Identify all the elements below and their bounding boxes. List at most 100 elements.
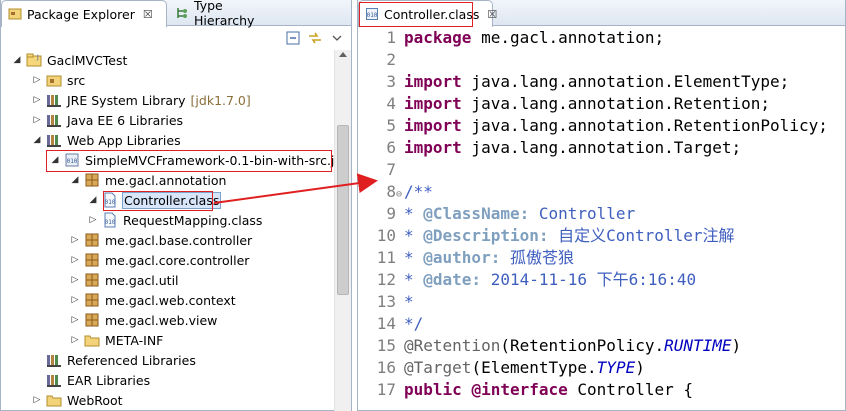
tree-item[interactable]: ▷ 010 RequestMapping.class bbox=[87, 210, 263, 230]
svg-text:010: 010 bbox=[105, 219, 116, 226]
code-token: ) bbox=[635, 358, 645, 377]
collapsed-twisty-icon[interactable]: ▷ bbox=[69, 234, 81, 246]
code-token: import bbox=[404, 138, 462, 157]
expanded-twisty-icon[interactable]: ◢ bbox=[11, 54, 23, 66]
tree-item[interactable]: ▷ src bbox=[31, 70, 86, 90]
folder-icon bbox=[84, 332, 100, 348]
code-editor[interactable]: 1 2 3 4 5 6 7 8⊖ 9 10 11 12 13 14 15 16 17 package me.ga… bbox=[358, 27, 845, 410]
code-token: * bbox=[404, 292, 414, 311]
library-icon bbox=[46, 352, 62, 368]
collapsed-twisty-icon[interactable]: ▷ bbox=[31, 394, 43, 406]
code-token: * bbox=[404, 248, 424, 267]
fold-marker-icon[interactable]: ⊖ bbox=[396, 189, 402, 200]
tree-item[interactable]: ▷ me.gacl.util bbox=[69, 270, 180, 290]
library-icon bbox=[46, 92, 62, 108]
expanded-twisty-icon[interactable]: ◢ bbox=[87, 194, 99, 206]
collapsed-twisty-icon[interactable]: ▷ bbox=[69, 314, 81, 326]
tree-item[interactable]: ▷ me.gacl.base.controller bbox=[69, 230, 253, 250]
tree-item[interactable]: ◢ Web App Libraries bbox=[31, 130, 182, 150]
collapse-all-icon[interactable] bbox=[285, 30, 301, 46]
tree-item-label: me.gacl.core.controller bbox=[105, 252, 250, 268]
tree-item[interactable]: ▷ JRE System Library [jdk1.7.0] bbox=[31, 90, 251, 110]
collapsed-twisty-icon[interactable]: ▷ bbox=[69, 334, 81, 346]
library-icon bbox=[46, 112, 62, 128]
tree-item-label: Controller.class bbox=[122, 191, 222, 209]
source-folder-icon bbox=[46, 72, 62, 88]
tree-item-label: EAR Libraries bbox=[67, 372, 151, 388]
code-token: public bbox=[404, 380, 462, 399]
code-token: me.gacl.annotation; bbox=[471, 28, 665, 47]
code-line: import java.lang.annotation.Target; bbox=[404, 137, 741, 159]
expanded-twisty-icon[interactable]: ◢ bbox=[69, 174, 81, 186]
line-number: 6 bbox=[386, 138, 396, 157]
line-number: 13 bbox=[376, 292, 396, 311]
collapsed-twisty-icon[interactable]: ▷ bbox=[31, 114, 43, 126]
explorer-scrollbar[interactable] bbox=[334, 50, 351, 411]
tree-item[interactable]: ◢ 010 SimpleMVCFramework-0.1-bin-with-src.… bbox=[49, 150, 348, 170]
line-number: 3 bbox=[386, 72, 396, 91]
tree-item[interactable]: EAR Libraries bbox=[31, 370, 151, 390]
close-icon[interactable]: ☒ bbox=[487, 8, 497, 21]
line-number: 8⊖ bbox=[386, 182, 402, 201]
collapsed-twisty-icon[interactable]: ▷ bbox=[31, 74, 43, 86]
code-token: @Target bbox=[404, 358, 472, 377]
view-menu-icon[interactable] bbox=[329, 30, 345, 46]
code-token: * bbox=[404, 226, 424, 245]
line-number: 1 bbox=[386, 28, 396, 47]
tab-package-explorer[interactable]: Package Explorer ☒ bbox=[1, 0, 167, 27]
package-explorer-panel: Package Explorer ☒ Type Hierarchy ◢ J Gacl… bbox=[0, 0, 352, 411]
tree-item-label: RequestMapping.class bbox=[123, 212, 263, 228]
collapsed-twisty-icon[interactable]: ▷ bbox=[69, 294, 81, 306]
tab-controller-class[interactable]: 010 Controller.class ☒ bbox=[358, 0, 497, 27]
code-line: public @interface Controller { bbox=[404, 379, 693, 401]
line-number: 9 bbox=[386, 204, 396, 223]
code-line: @Retention(RetentionPolicy.RUNTIME) bbox=[404, 335, 741, 357]
jar-icon: 010 bbox=[64, 152, 80, 168]
collapsed-twisty-icon[interactable]: ▷ bbox=[69, 274, 81, 286]
code-token: java.lang.annotation.Target; bbox=[461, 138, 742, 157]
line-number: 2 bbox=[386, 50, 396, 69]
tree-item[interactable]: Referenced Libraries bbox=[31, 350, 197, 370]
expanded-twisty-icon[interactable]: ◢ bbox=[31, 134, 43, 146]
tree-item[interactable]: ◢ me.gacl.annotation bbox=[69, 170, 227, 190]
collapsed-twisty-icon[interactable]: ▷ bbox=[69, 254, 81, 266]
code-token: package bbox=[404, 28, 472, 47]
tree-item[interactable]: ◢ J GaclMVCTest bbox=[11, 50, 128, 70]
class-file-icon: 010 bbox=[102, 212, 118, 228]
library-icon bbox=[46, 132, 62, 148]
code-token: 2014-11-16 下午6:16:40 bbox=[481, 270, 697, 289]
code-token: ) bbox=[731, 336, 742, 355]
code-token: Controller bbox=[529, 204, 636, 223]
editor-panel: 010 Controller.class ☒ 1 2 3 4 5 6 7 8⊖ 9 10 11 12 1… bbox=[357, 0, 846, 411]
close-icon[interactable]: ☒ bbox=[143, 8, 153, 21]
code-token: @author: bbox=[423, 248, 501, 267]
code-token: @date: bbox=[423, 270, 482, 289]
line-number: 5 bbox=[386, 116, 396, 135]
expanded-twisty-icon[interactable]: ◢ bbox=[49, 154, 61, 166]
link-with-editor-icon[interactable] bbox=[307, 30, 323, 46]
tree-item[interactable]: ◢ 010 Controller.class bbox=[87, 190, 222, 210]
tree-item-label: me.gacl.web.context bbox=[105, 292, 236, 308]
code-token: 自定义Controller注解 bbox=[548, 226, 735, 245]
line-number: 11 bbox=[376, 248, 396, 267]
tree-item[interactable]: ▷ WebRoot bbox=[31, 390, 124, 410]
tab-type-hierarchy[interactable]: Type Hierarchy bbox=[169, 0, 284, 28]
tree-item[interactable]: ▷ Java EE 6 Libraries bbox=[31, 110, 184, 130]
scrollbar-thumb[interactable] bbox=[337, 125, 349, 295]
collapsed-twisty-icon[interactable]: ▷ bbox=[31, 94, 43, 106]
tree-item[interactable]: ▷ me.gacl.web.context bbox=[69, 290, 237, 310]
tab-type-hierarchy-label: Type Hierarchy bbox=[194, 0, 255, 28]
tree-item-label: Web App Libraries bbox=[67, 132, 181, 148]
empty-twisty bbox=[31, 374, 43, 386]
collapsed-twisty-icon[interactable]: ▷ bbox=[87, 214, 99, 226]
tree-item[interactable]: ▷ META-INF bbox=[69, 330, 164, 350]
scroll-up-icon[interactable] bbox=[339, 52, 347, 57]
tree-item[interactable]: ▷ me.gacl.core.controller bbox=[69, 250, 250, 270]
code-token: @Description: bbox=[423, 226, 549, 245]
class-file-icon: 010 bbox=[365, 7, 379, 21]
tree-item[interactable]: ▷ me.gacl.web.view bbox=[69, 310, 218, 330]
folder-icon bbox=[46, 392, 62, 408]
code-line: import java.lang.annotation.Retention; bbox=[404, 93, 770, 115]
tree-item-label: WebRoot bbox=[67, 392, 123, 408]
tree-item-label: me.gacl.util bbox=[105, 272, 179, 288]
